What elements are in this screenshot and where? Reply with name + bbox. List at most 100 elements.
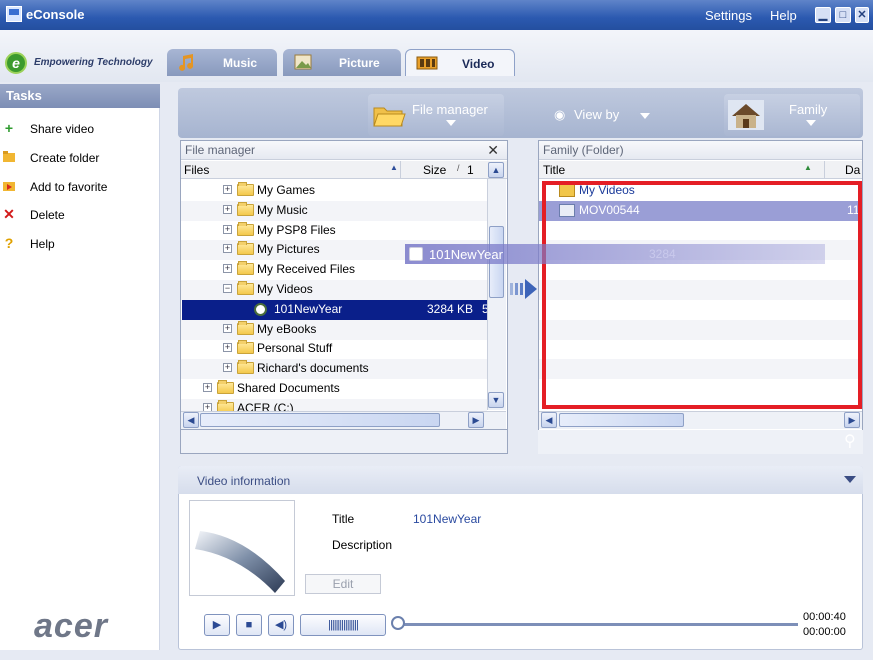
- size-column-label[interactable]: Size: [423, 163, 446, 177]
- file-manager-footer: [180, 430, 508, 454]
- folder-icon: [237, 340, 254, 355]
- expand-icon[interactable]: +: [223, 185, 232, 194]
- video-file-icon: [409, 247, 423, 261]
- tree-row[interactable]: + My Music: [181, 200, 487, 221]
- close-icon: ✕: [857, 9, 867, 21]
- tree-row-label: My eBooks: [257, 321, 317, 336]
- video-info-header[interactable]: Video information: [178, 466, 863, 494]
- close-button[interactable]: ✕: [855, 7, 869, 23]
- folder-icon: [217, 399, 234, 411]
- files-column-header[interactable]: Files ▲ Size / 1: [181, 161, 507, 179]
- plus-icon: +: [4, 120, 14, 136]
- extra-column-label[interactable]: 1: [467, 163, 474, 177]
- tree-row-label: My Music: [257, 202, 308, 217]
- task-label: Delete: [30, 208, 65, 222]
- tree-row[interactable]: + Richard's documents: [181, 359, 487, 380]
- view-by-label: View by: [574, 107, 620, 122]
- scroll-left-button[interactable]: ◀: [183, 412, 199, 428]
- folder-icon: [237, 182, 254, 196]
- expand-icon[interactable]: +: [203, 402, 212, 411]
- expand-icon[interactable]: +: [223, 204, 232, 214]
- collapse-icon[interactable]: −: [223, 284, 232, 293]
- expand-icon[interactable]: +: [203, 383, 212, 392]
- edit-button[interactable]: Edit: [305, 574, 381, 594]
- tab-video-label: Video: [462, 57, 495, 71]
- tree-row[interactable]: − My Videos: [181, 280, 487, 300]
- scroll-right-button[interactable]: ▶: [844, 412, 860, 428]
- tree-row[interactable]: + ACER (C:): [181, 398, 487, 411]
- tree-row-size: 3284 KB: [427, 301, 474, 316]
- folder-open-icon: [372, 100, 406, 133]
- tree-row[interactable]: + My eBooks: [181, 319, 487, 340]
- family-button[interactable]: Family: [724, 94, 860, 136]
- minimize-button[interactable]: ▁: [815, 7, 831, 23]
- drag-ghost-size: 3284: [649, 247, 676, 261]
- play-button[interactable]: ▶: [204, 614, 230, 636]
- expand-icon[interactable]: +: [223, 323, 232, 333]
- column-divider: /: [457, 163, 460, 173]
- expand-icon[interactable]: +: [223, 343, 232, 353]
- files-column-label: Files: [184, 163, 210, 177]
- date-column-label[interactable]: Da: [845, 163, 860, 177]
- view-by-button[interactable]: ◉ View by: [546, 94, 658, 136]
- stop-icon: ■: [245, 619, 253, 631]
- seek-track[interactable]: [398, 623, 798, 626]
- film-icon: [416, 54, 438, 72]
- close-icon[interactable]: ✕: [487, 142, 499, 159]
- task-label: Add to favorite: [30, 180, 108, 194]
- hscroll-thumb[interactable]: [559, 413, 684, 427]
- expand-icon[interactable]: +: [223, 224, 232, 234]
- seek-knob[interactable]: [391, 616, 405, 630]
- column-divider: [824, 161, 825, 179]
- expand-icon[interactable]: +: [223, 264, 232, 274]
- help-link[interactable]: Help: [770, 8, 797, 23]
- stop-button[interactable]: ■: [236, 614, 262, 636]
- mute-button[interactable]: ◀): [268, 614, 294, 636]
- volume-slider[interactable]: ||||||||||||||||: [300, 614, 386, 636]
- tree-row[interactable]: + My PSP8 Files: [181, 221, 487, 241]
- tree-row[interactable]: + My Games: [181, 181, 487, 201]
- tree-row[interactable]: + Shared Documents: [181, 379, 487, 399]
- scroll-right-button[interactable]: ▶: [468, 412, 484, 428]
- acer-logo: acer: [34, 607, 108, 645]
- file-manager-label: File manager: [412, 102, 488, 117]
- delete-icon: ✕: [3, 206, 15, 222]
- collapse-chevron-icon[interactable]: [844, 476, 856, 483]
- file-manager-title: File manager ✕: [181, 141, 507, 160]
- column-divider: [400, 161, 401, 179]
- play-icon: ▶: [212, 619, 222, 631]
- tab-picture[interactable]: Picture: [283, 49, 401, 76]
- picture-icon: [293, 53, 313, 71]
- file-manager-button[interactable]: File manager: [368, 94, 504, 136]
- tree-row[interactable]: + Personal Stuff: [181, 339, 487, 359]
- title-column-header[interactable]: Title ▲ Da: [539, 161, 862, 179]
- folder-icon: [237, 261, 254, 276]
- task-label: Share video: [30, 122, 95, 136]
- tree-row-label: My Pictures: [257, 242, 320, 257]
- task-label: Create folder: [30, 151, 100, 165]
- folder-icon: [2, 150, 16, 164]
- maximize-button[interactable]: □: [835, 7, 851, 23]
- title-value: 101NewYear: [413, 512, 482, 526]
- tree-row[interactable]: 101NewYear 3284 KB 5: [182, 299, 487, 320]
- expand-icon[interactable]: +: [223, 363, 232, 373]
- scroll-down-button[interactable]: ▼: [488, 392, 504, 408]
- scroll-up-button[interactable]: ▲: [488, 162, 504, 178]
- expand-icon[interactable]: +: [223, 244, 232, 254]
- scroll-left-button[interactable]: ◀: [541, 412, 557, 428]
- drag-arrow-icon: [510, 279, 540, 302]
- folder-icon: [237, 320, 254, 335]
- tab-music-label: Music: [223, 56, 258, 70]
- magnifier-icon[interactable]: ⚲: [844, 431, 856, 451]
- settings-link[interactable]: Settings: [705, 8, 752, 23]
- drop-target-highlight: [542, 181, 862, 409]
- video-file-icon: [254, 302, 267, 316]
- tab-music[interactable]: Music: [167, 49, 277, 76]
- favorite-folder-icon: [2, 179, 16, 193]
- tree-row-label: Richard's documents: [257, 361, 369, 376]
- sort-asc-icon: ▲: [804, 163, 812, 172]
- tab-video[interactable]: Video: [405, 49, 515, 76]
- hscroll-thumb[interactable]: [200, 413, 440, 427]
- family-folder-title: Family (Folder): [539, 141, 862, 160]
- family-label: Family: [789, 102, 828, 117]
